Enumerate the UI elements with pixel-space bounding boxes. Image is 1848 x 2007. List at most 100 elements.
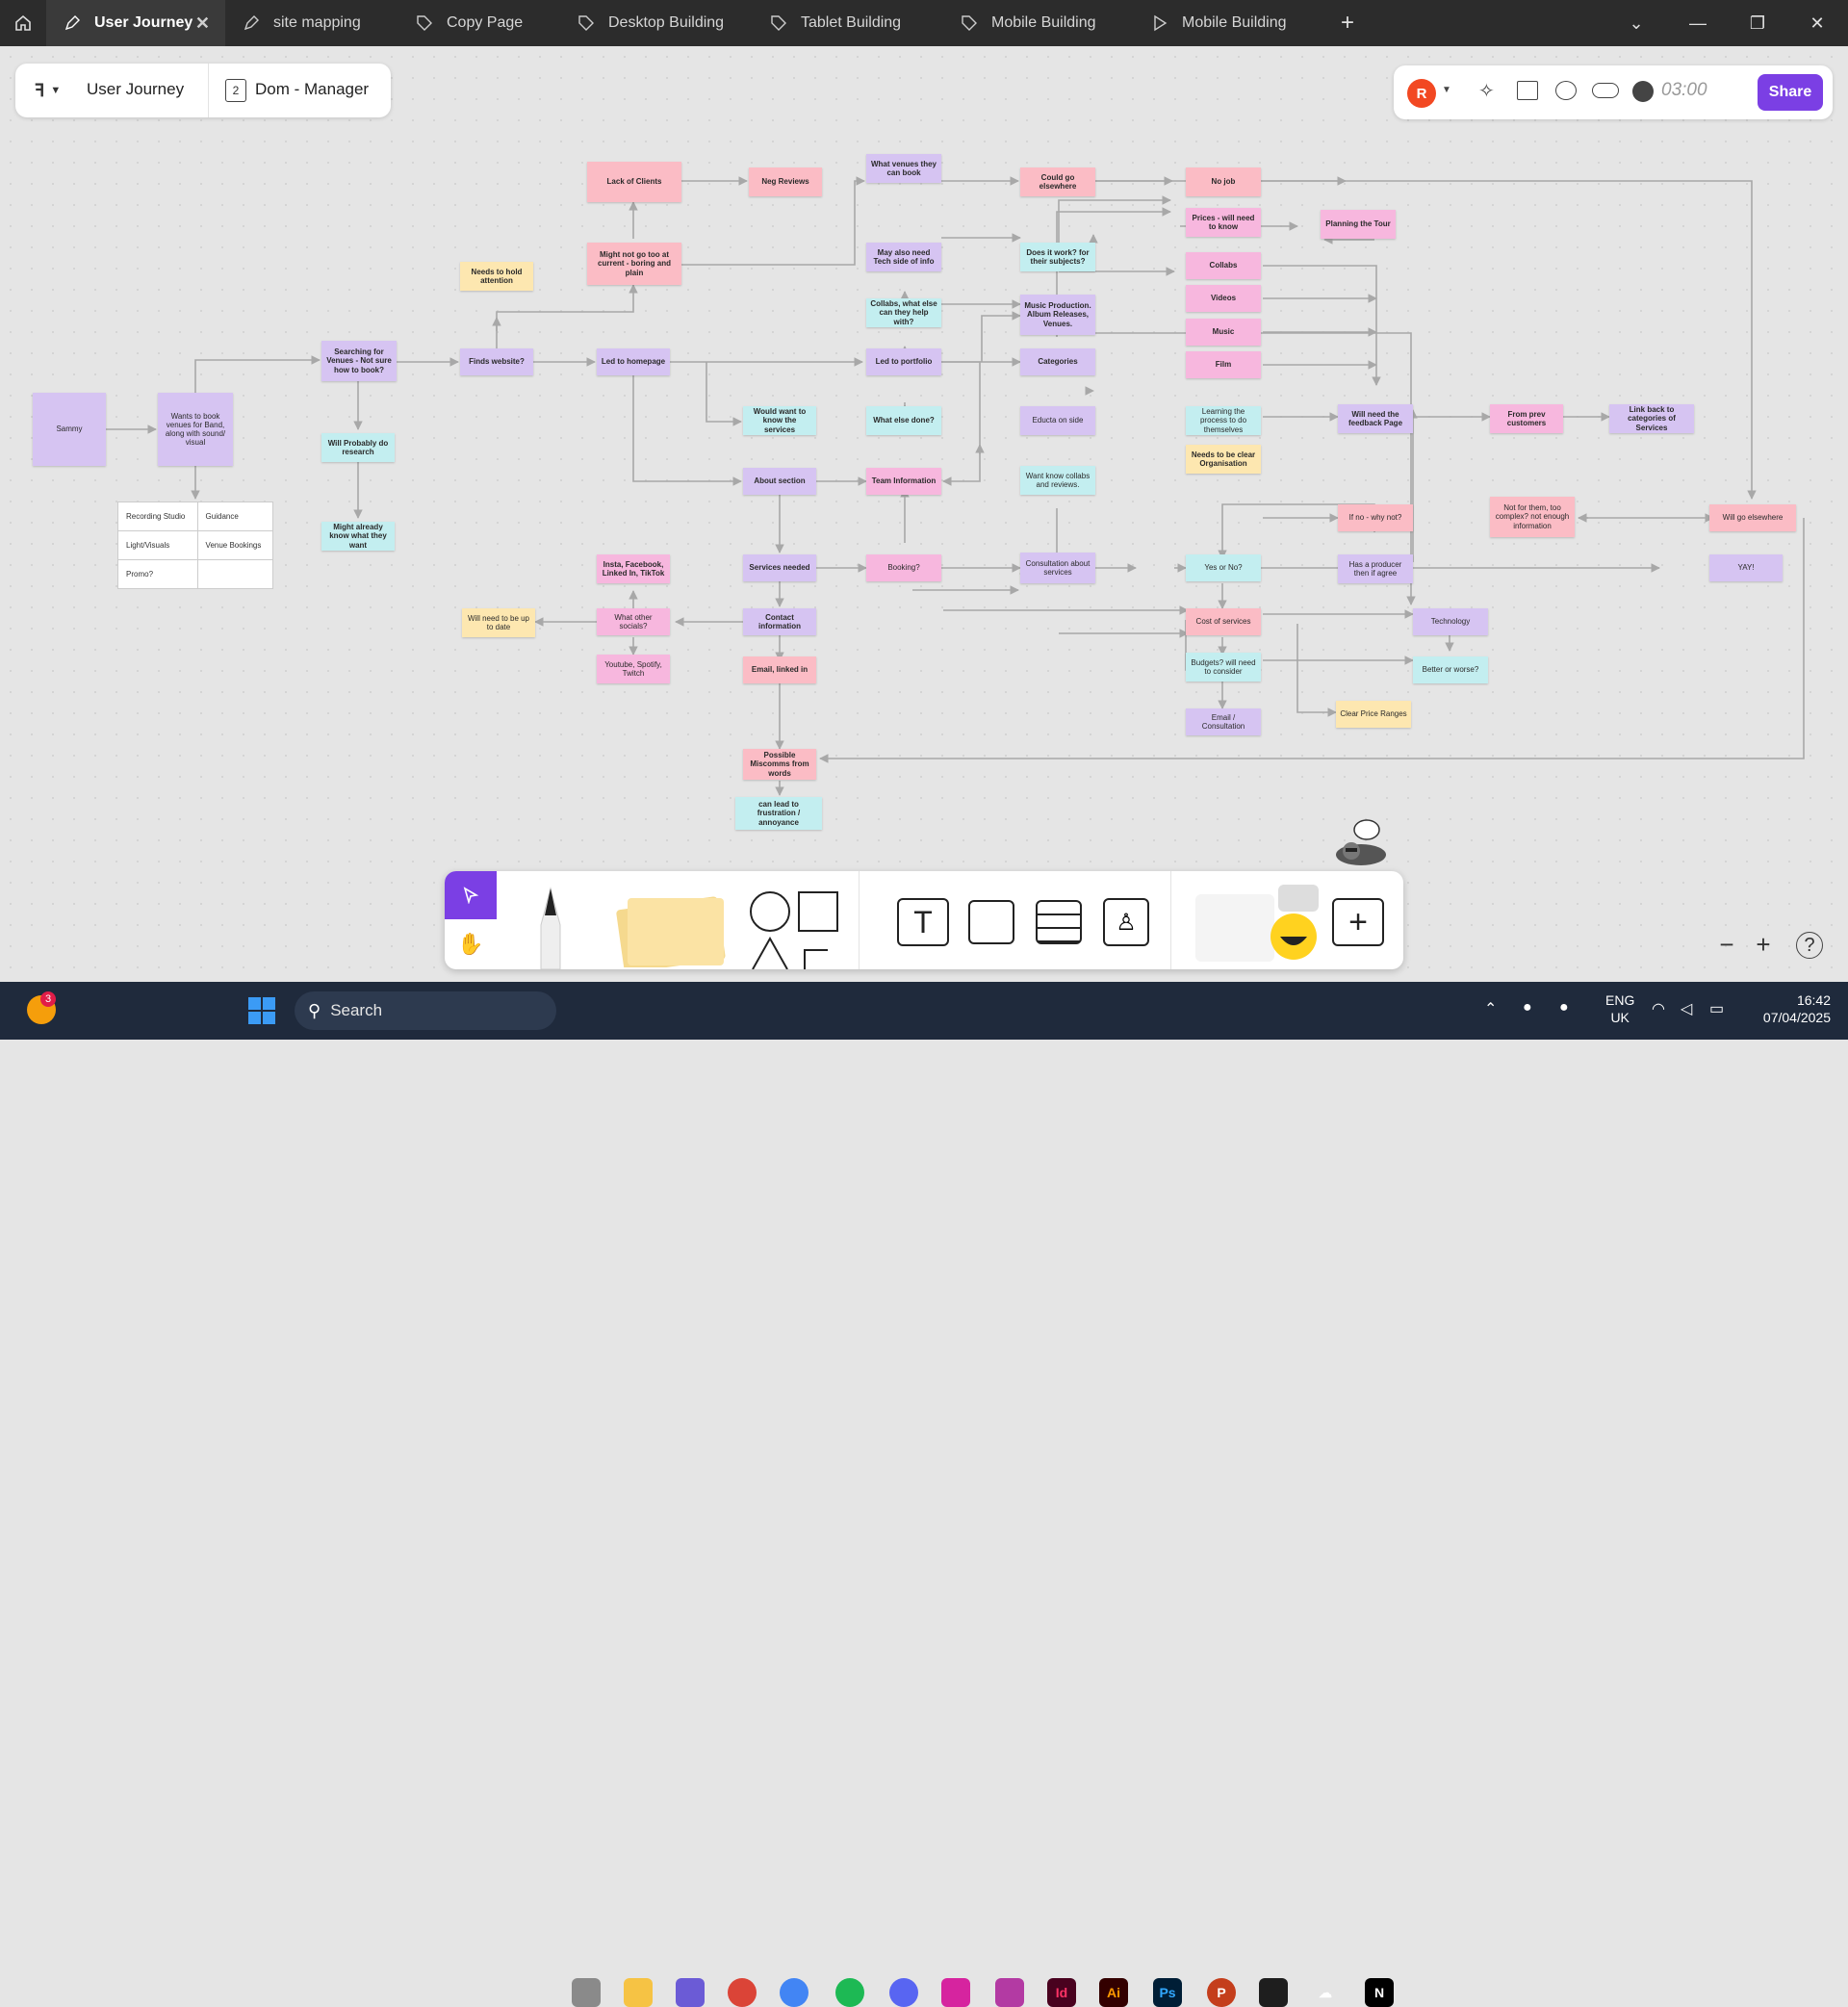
sticky-better[interactable]: Better or worse?: [1413, 656, 1488, 683]
sticky-already[interactable]: Might already know what they want: [321, 522, 395, 551]
taskbar-search[interactable]: ⚲ Search: [295, 991, 556, 1030]
sticky-link-back[interactable]: Link back to categories of Services: [1609, 404, 1694, 433]
services-table[interactable]: Recording Studio Guidance Light/Visuals Ve…: [117, 502, 274, 589]
file-name[interactable]: User Journey: [87, 80, 184, 99]
sticky-categories[interactable]: Categories: [1020, 348, 1095, 375]
battery-icon[interactable]: ▭: [1709, 999, 1724, 1018]
sticky-producer[interactable]: Has a producer then if agree: [1338, 554, 1413, 583]
shape-tool-button[interactable]: [749, 888, 845, 970]
sticky-consultation[interactable]: Consultation about services: [1020, 553, 1095, 583]
sticky-does-work[interactable]: Does it work? for their subjects?: [1020, 243, 1095, 271]
sticky-want-know[interactable]: Want know collabs and reviews.: [1020, 466, 1095, 495]
sticky-prices[interactable]: Prices - will need to know: [1186, 208, 1261, 237]
tab-user-journey[interactable]: User Journey ✕: [46, 0, 225, 46]
language-indicator[interactable]: ENG UK: [1605, 991, 1634, 1026]
sticky-no-job[interactable]: No job: [1186, 167, 1261, 196]
stamp-tool-button[interactable]: ♙: [1103, 898, 1149, 946]
tab-copy-page[interactable]: Copy Page: [398, 0, 560, 46]
sticky-budgets[interactable]: Budgets? will need to consider: [1186, 653, 1261, 682]
tab-desktop-building[interactable]: Desktop Building: [560, 0, 753, 46]
chevron-down-icon[interactable]: ▼: [1442, 85, 1451, 95]
sticky-neg[interactable]: Neg Reviews: [749, 167, 822, 196]
tab-mobile-building-2[interactable]: Mobile Building: [1134, 0, 1326, 46]
sticky-lack[interactable]: Lack of Clients: [587, 162, 681, 202]
sticky-learning[interactable]: Learning the process to do themselves: [1186, 406, 1261, 435]
sticky-team[interactable]: Team Information: [866, 468, 941, 495]
start-button[interactable]: [248, 997, 275, 1024]
notion-icon[interactable]: N: [1365, 1978, 1394, 2007]
sticky-cost[interactable]: Cost of services: [1186, 608, 1261, 635]
home-tab[interactable]: [0, 0, 46, 46]
sticky-might-not[interactable]: Might not go too at current - boring and…: [587, 243, 681, 285]
illustrator-icon[interactable]: Ai: [1099, 1978, 1128, 2007]
sticky-insta[interactable]: Insta, Facebook, Linked In, TikTok: [597, 554, 670, 583]
widgets-button[interactable]: [1261, 881, 1326, 960]
tab-tablet-building[interactable]: Tablet Building: [753, 0, 943, 46]
section-tool-button[interactable]: [968, 900, 1014, 944]
zoom-in-button[interactable]: +: [1746, 927, 1781, 962]
timer-readout[interactable]: 03:00: [1661, 80, 1707, 101]
timer-icon[interactable]: [1632, 81, 1654, 102]
spotify-icon[interactable]: [835, 1978, 864, 2007]
sticky-probably[interactable]: Will Probably do research: [321, 433, 395, 462]
minimize-button[interactable]: —: [1669, 0, 1727, 46]
tray-app-icon[interactable]: ●: [1523, 999, 1532, 1016]
sticky-youtube[interactable]: Youtube, Spotify, Twitch: [597, 655, 670, 683]
tab-mobile-building[interactable]: Mobile Building: [943, 0, 1134, 46]
powerpoint-icon[interactable]: P: [1207, 1978, 1236, 2007]
chrome-icon[interactable]: [728, 1978, 757, 2007]
maximize-button[interactable]: ❐: [1729, 0, 1786, 46]
sticky-not-for[interactable]: Not for them, too complex? not enough in…: [1490, 497, 1575, 537]
sticky-frustration[interactable]: can lead to frustration / annoyance: [735, 797, 822, 830]
sticky-tech[interactable]: May also need Tech side of info: [866, 243, 941, 271]
layout-icon[interactable]: [1517, 81, 1538, 100]
tab-list-button[interactable]: ⌄: [1607, 0, 1665, 46]
task-view-icon[interactable]: [572, 1978, 601, 2007]
sticky-prev[interactable]: From prev customers: [1490, 404, 1563, 433]
file-explorer-icon[interactable]: [624, 1978, 653, 2007]
copilot-icon[interactable]: [676, 1978, 705, 2007]
creative-cloud-icon[interactable]: [995, 1978, 1024, 2007]
sticky-technology[interactable]: Technology: [1413, 608, 1488, 635]
sticky-planning[interactable]: Planning the Tour: [1321, 210, 1396, 239]
photoshop-icon[interactable]: Ps: [1153, 1978, 1182, 2007]
sticky-sammy[interactable]: Sammy: [33, 393, 106, 466]
sticky-email-linked[interactable]: Email, linked in: [743, 656, 816, 683]
page-name[interactable]: Dom - Manager: [255, 80, 369, 99]
board-canvas[interactable]: ꟻ ▼ User Journey 2 Dom - Manager R ▼ ✧ 0…: [0, 46, 1848, 982]
hand-tool-button[interactable]: ✋: [445, 921, 497, 967]
sticky-about[interactable]: About section: [743, 468, 816, 495]
tray-app-icon-2[interactable]: ●: [1559, 999, 1569, 1016]
sticky-miscomms[interactable]: Possible Miscomms from words: [743, 749, 816, 780]
sticky-contact[interactable]: Contact information: [743, 608, 816, 635]
sticky-hold[interactable]: Needs to hold attention: [460, 262, 533, 291]
sticky-note-tool-button[interactable]: [606, 892, 730, 973]
sticky-yay[interactable]: YAY!: [1709, 554, 1783, 581]
tab-site-mapping[interactable]: site mapping: [225, 0, 398, 46]
close-icon[interactable]: ✕: [195, 13, 210, 34]
sticky-videos[interactable]: Videos: [1186, 285, 1261, 312]
sticky-venues[interactable]: What venues they can book: [866, 154, 941, 183]
sticky-could-go[interactable]: Could go elsewhere: [1020, 167, 1095, 196]
text-tool-button[interactable]: T: [897, 898, 949, 946]
cloud-icon[interactable]: [1592, 83, 1619, 98]
more-tools-button[interactable]: +: [1332, 898, 1384, 946]
sticky-portfolio[interactable]: Led to portfolio: [866, 348, 941, 375]
sticky-led-home[interactable]: Led to homepage: [597, 348, 670, 375]
avatar[interactable]: R: [1407, 79, 1436, 108]
sticky-music[interactable]: Music: [1186, 319, 1261, 346]
sticky-film[interactable]: Film: [1186, 351, 1261, 378]
chrome-profile-icon[interactable]: [780, 1978, 808, 2007]
wifi-icon[interactable]: ◠: [1652, 999, 1665, 1018]
sticky-email-consult[interactable]: Email / Consultation: [1186, 708, 1261, 735]
sticky-elsewhere[interactable]: Will go elsewhere: [1709, 504, 1796, 531]
sticky-what-else[interactable]: What else done?: [866, 406, 941, 435]
sticky-collabs[interactable]: Collabs: [1186, 252, 1261, 279]
main-menu-button[interactable]: ꟻ ▼: [35, 77, 81, 104]
sticky-if-no[interactable]: If no - why not?: [1338, 504, 1413, 531]
move-tool-button[interactable]: [445, 871, 497, 919]
sticky-services-needed[interactable]: Services needed: [743, 554, 816, 581]
chevron-up-icon[interactable]: ⌃: [1484, 999, 1497, 1018]
table-tool-button[interactable]: [1036, 900, 1082, 944]
help-button[interactable]: ?: [1796, 932, 1823, 959]
